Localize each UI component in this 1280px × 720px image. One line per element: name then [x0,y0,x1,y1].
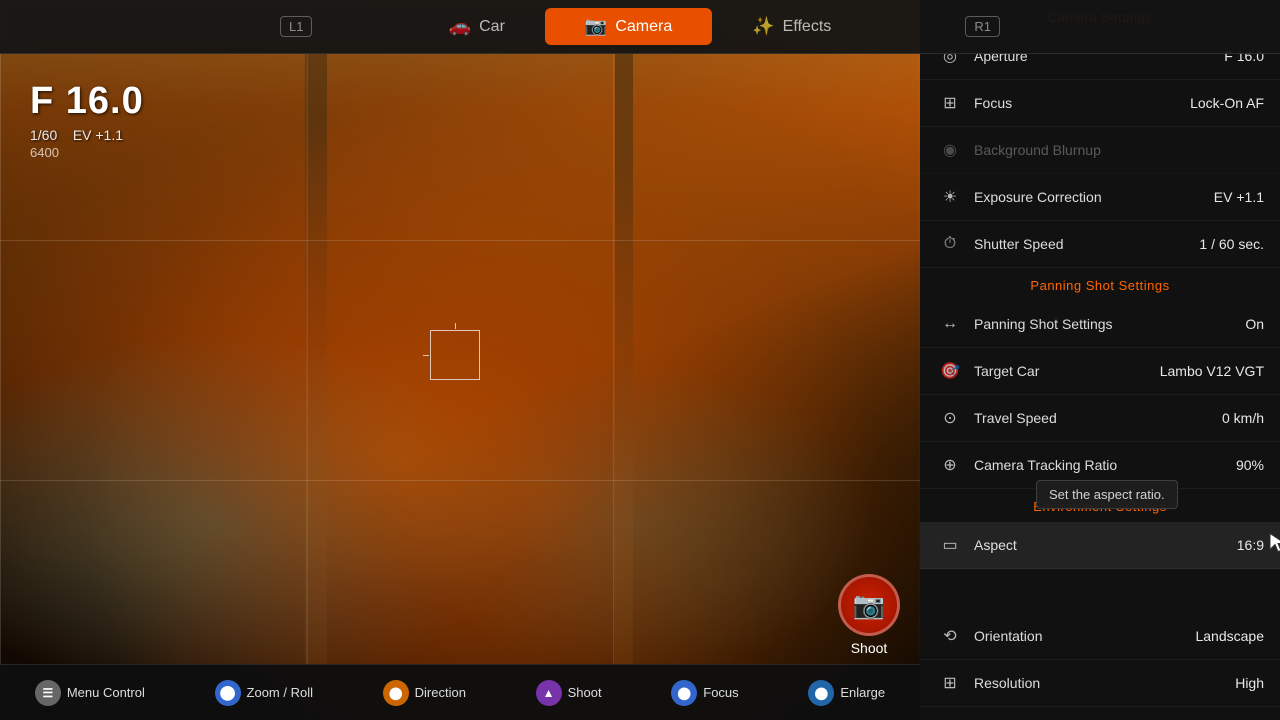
panning-value: On [1245,316,1264,332]
car-icon: 🚗 [449,16,471,37]
exposure-value: EV +1.1 [1214,189,1264,205]
enlarge-action[interactable]: ⬤ Enlarge [808,680,885,706]
orientation-value: Landscape [1195,628,1264,644]
aspect-value: 16:9 [1237,537,1264,553]
hud-shutter-ev: 1/60 EV +1.1 [30,127,144,143]
focus-reticle [430,330,480,380]
settings-panel: Camera Settings ◎ Aperture F 16.0 ⊞ Focu… [920,0,1280,720]
enlarge-label: Enlarge [840,685,885,700]
tab-car-label: Car [479,18,505,36]
effects-icon: ✨ [752,16,774,37]
tab-group: 🚗 Car 📷 Camera ✨ Effects [409,8,872,45]
hud-ev: EV +1.1 [73,127,123,143]
exposure-label: Exposure Correction [974,189,1214,205]
travel-speed-value: 0 km/h [1222,410,1264,426]
orientation-icon: ⟲ [936,622,964,650]
zoom-roll-icon: ⬤ [215,680,241,706]
focus-label: Focus [703,685,738,700]
bottom-action-bar: ☰ Menu Control ⬤ Zoom / Roll ⬤ Direction… [0,664,920,720]
direction-action[interactable]: ⬤ Direction [383,680,466,706]
travel-speed-icon: ⊙ [936,404,964,432]
focus-action[interactable]: ⬤ Focus [671,680,738,706]
target-car-icon: 🎯 [936,357,964,385]
orientation-label: Orientation [974,628,1195,644]
resolution-label: Resolution [974,675,1235,691]
hud-shutter: 1/60 [30,127,57,143]
hud-aperture: F 16.0 [30,80,144,123]
resolution-icon: ⊞ [936,669,964,697]
blur-icon: ◉ [936,136,964,164]
shutter-icon: ⏱ [936,230,964,258]
tooltip-container: Set the aspect ratio. [936,470,1264,509]
camera-viewport: F 16.0 1/60 EV +1.1 6400 [0,0,920,720]
top-navigation: L1 🚗 Car 📷 Camera ✨ Effects R1 [0,0,1280,54]
shoot-button-label: Shoot [851,640,888,656]
focus-setting-value: Lock-On AF [1190,95,1264,111]
panning-settings-header: Panning Shot Settings [920,268,1280,301]
aspect-icon: ▭ [936,531,964,559]
aspect-row[interactable]: ▭ Aspect 16:9 [920,522,1280,569]
direction-label: Direction [415,685,466,700]
resolution-value: High [1235,675,1264,691]
target-car-label: Target Car [974,363,1160,379]
tooltip-text: Set the aspect ratio. [1036,480,1178,509]
focus-icon: ⬤ [671,680,697,706]
target-car-value: Lambo V12 VGT [1160,363,1264,379]
focus-setting-label: Focus [974,95,1190,111]
hud-display: F 16.0 1/60 EV +1.1 6400 [30,80,144,160]
panning-label: Panning Shot Settings [974,316,1245,332]
background-blur-row: ◉ Background Blurnup [920,127,1280,174]
menu-control-icon: ☰ [35,680,61,706]
camera-icon: 📷 [585,16,607,37]
aspect-label: Aspect [974,537,1237,553]
blur-label: Background Blurnup [974,142,1264,158]
tab-camera-label: Camera [615,18,672,36]
shutter-value: 1 / 60 sec. [1199,236,1264,252]
shoot-circle-icon: 📷 [838,574,900,636]
cursor-indicator [1268,532,1280,559]
tab-car[interactable]: 🚗 Car [409,8,545,45]
shoot-action-icon: ▲ [536,680,562,706]
resolution-row[interactable]: ⊞ Resolution High [920,660,1280,707]
travel-speed-label: Travel Speed [974,410,1222,426]
r1-button[interactable]: R1 [965,16,1000,37]
shoot-action[interactable]: ▲ Shoot [536,680,602,706]
tab-effects[interactable]: ✨ Effects [712,8,871,45]
direction-icon: ⬤ [383,680,409,706]
tab-effects-label: Effects [783,18,832,36]
exposure-icon: ☀ [936,183,964,211]
tab-camera[interactable]: 📷 Camera [545,8,712,45]
menu-control-label: Menu Control [67,685,145,700]
orientation-row[interactable]: ⟲ Orientation Landscape [920,613,1280,660]
hud-iso: 6400 [30,145,144,160]
shutter-label: Shutter Speed [974,236,1199,252]
target-car-row[interactable]: 🎯 Target Car Lambo V12 VGT [920,348,1280,395]
grid-icon: ⊞ [936,716,964,720]
shoot-action-label: Shoot [568,685,602,700]
zoom-roll-action[interactable]: ⬤ Zoom / Roll [215,680,313,706]
grid-row[interactable]: ⊞ Grid On [920,707,1280,720]
shutter-row[interactable]: ⏱ Shutter Speed 1 / 60 sec. [920,221,1280,268]
zoom-roll-label: Zoom / Roll [247,685,313,700]
menu-control-action[interactable]: ☰ Menu Control [35,680,145,706]
l1-button[interactable]: L1 [280,16,312,37]
shoot-button[interactable]: 📷 Shoot [838,574,900,656]
focus-row[interactable]: ⊞ Focus Lock-On AF [920,80,1280,127]
enlarge-icon: ⬤ [808,680,834,706]
panning-icon: ↔ [936,310,964,338]
focus-setting-icon: ⊞ [936,89,964,117]
travel-speed-row[interactable]: ⊙ Travel Speed 0 km/h [920,395,1280,442]
camera-shutter-icon: 📷 [853,590,885,621]
exposure-row[interactable]: ☀ Exposure Correction EV +1.1 [920,174,1280,221]
panning-row[interactable]: ↔ Panning Shot Settings On [920,301,1280,348]
